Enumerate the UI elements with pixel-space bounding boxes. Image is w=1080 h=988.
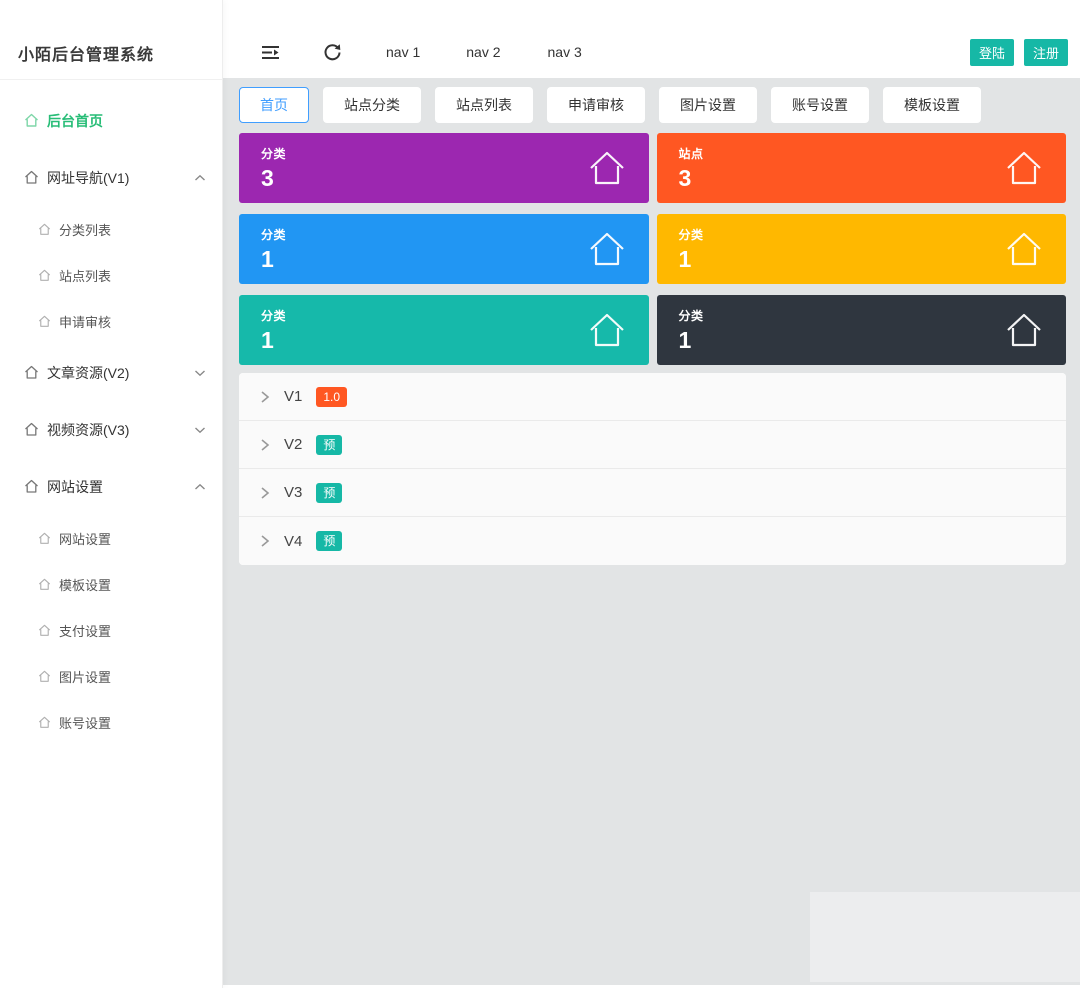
version-badge: 1.0 bbox=[316, 387, 347, 407]
version-row-v4[interactable]: V4 预 bbox=[239, 517, 1066, 565]
version-row-v3[interactable]: V3 预 bbox=[239, 469, 1066, 517]
home-icon bbox=[24, 365, 39, 380]
home-icon bbox=[587, 311, 627, 349]
tab-account-settings[interactable]: 账号设置 bbox=[771, 87, 869, 123]
sidebar-item-label: 模板设置 bbox=[59, 575, 111, 594]
sidebar-group-label: 文章资源(V2) bbox=[47, 363, 129, 383]
stat-card-category-purple[interactable]: 分类 3 bbox=[239, 133, 649, 203]
sidebar-menu: 后台首页 网址导航(V1) 分类列表 站点列表 bbox=[0, 80, 222, 745]
chevron-right-icon bbox=[259, 534, 271, 548]
chevron-right-icon bbox=[259, 486, 271, 500]
sidebar-item-label: 申请审核 bbox=[59, 312, 111, 331]
stat-card-category-teal[interactable]: 分类 1 bbox=[239, 295, 649, 365]
sidebar-item-payment-settings[interactable]: 支付设置 bbox=[0, 607, 222, 653]
login-button[interactable]: 登陆 bbox=[970, 39, 1014, 66]
sidebar-item-label: 图片设置 bbox=[59, 667, 111, 686]
tab-site-list[interactable]: 站点列表 bbox=[435, 87, 533, 123]
version-row-v1[interactable]: V1 1.0 bbox=[239, 373, 1066, 421]
top-navbar: nav 1 nav 2 nav 3 登陆 注册 bbox=[223, 0, 1080, 78]
home-icon bbox=[24, 170, 39, 185]
sidebar-fold-icon[interactable] bbox=[261, 44, 281, 61]
stat-card-category-dark[interactable]: 分类 1 bbox=[657, 295, 1067, 365]
sidebar-group-site-settings[interactable]: 网站设置 bbox=[0, 458, 222, 515]
version-label: V3 bbox=[284, 484, 302, 501]
sidebar-item-account-settings[interactable]: 账号设置 bbox=[0, 699, 222, 745]
stat-card-category-blue[interactable]: 分类 1 bbox=[239, 214, 649, 284]
sidebar-item-template-settings[interactable]: 模板设置 bbox=[0, 561, 222, 607]
sidebar-item-category-list[interactable]: 分类列表 bbox=[0, 206, 222, 252]
chevron-up-icon bbox=[194, 483, 206, 491]
sidebar-group-label: 视频资源(V3) bbox=[47, 420, 129, 440]
auth-buttons: 登陆 注册 bbox=[970, 39, 1068, 66]
home-icon bbox=[38, 670, 51, 683]
tab-bar: 首页 站点分类 站点列表 申请审核 图片设置 账号设置 模板设置 bbox=[239, 87, 1066, 123]
version-label: V1 bbox=[284, 388, 302, 405]
version-label: V4 bbox=[284, 533, 302, 550]
refresh-icon[interactable] bbox=[323, 43, 342, 62]
home-icon bbox=[38, 716, 51, 729]
sidebar-group-label: 网站设置 bbox=[47, 477, 103, 497]
home-icon bbox=[587, 149, 627, 187]
home-icon bbox=[24, 479, 39, 494]
sidebar: 小陌后台管理系统 后台首页 网址导航(V1) 分类列表 bbox=[0, 0, 223, 988]
sidebar-item-label: 账号设置 bbox=[59, 713, 111, 732]
sidebar-item-label: 支付设置 bbox=[59, 621, 111, 640]
tab-site-category[interactable]: 站点分类 bbox=[323, 87, 421, 123]
home-icon bbox=[38, 269, 51, 282]
home-icon bbox=[1004, 149, 1044, 187]
chevron-down-icon bbox=[194, 369, 206, 377]
sidebar-group-article-v2[interactable]: 文章资源(V2) bbox=[0, 344, 222, 401]
chevron-right-icon bbox=[259, 438, 271, 452]
home-icon bbox=[38, 532, 51, 545]
register-button[interactable]: 注册 bbox=[1024, 39, 1068, 66]
nav-link-3[interactable]: nav 3 bbox=[548, 44, 582, 60]
version-badge: 预 bbox=[316, 483, 342, 503]
sidebar-item-label: 网站设置 bbox=[59, 529, 111, 548]
sidebar-item-home[interactable]: 后台首页 bbox=[0, 92, 222, 149]
sidebar-group-nav-v1[interactable]: 网址导航(V1) bbox=[0, 149, 222, 206]
sidebar-item-site-list[interactable]: 站点列表 bbox=[0, 252, 222, 298]
tab-image-settings[interactable]: 图片设置 bbox=[659, 87, 757, 123]
tab-home[interactable]: 首页 bbox=[239, 87, 309, 123]
nav-link-2[interactable]: nav 2 bbox=[466, 44, 500, 60]
home-icon bbox=[1004, 311, 1044, 349]
home-icon bbox=[38, 624, 51, 637]
stat-card-site-orange[interactable]: 站点 3 bbox=[657, 133, 1067, 203]
sidebar-item-label: 站点列表 bbox=[59, 266, 111, 285]
sidebar-group-label: 网址导航(V1) bbox=[47, 168, 129, 188]
home-icon bbox=[24, 113, 39, 128]
sidebar-item-image-settings[interactable]: 图片设置 bbox=[0, 653, 222, 699]
home-icon bbox=[1004, 230, 1044, 268]
home-icon bbox=[24, 422, 39, 437]
version-row-v2[interactable]: V2 预 bbox=[239, 421, 1066, 469]
home-icon bbox=[38, 223, 51, 236]
version-label: V2 bbox=[284, 436, 302, 453]
home-icon bbox=[587, 230, 627, 268]
sidebar-item-label: 分类列表 bbox=[59, 220, 111, 239]
home-icon bbox=[38, 578, 51, 591]
sidebar-group-video-v3[interactable]: 视频资源(V3) bbox=[0, 401, 222, 458]
chevron-down-icon bbox=[194, 426, 206, 434]
main-content: 首页 站点分类 站点列表 申请审核 图片设置 账号设置 模板设置 分类 3 站点… bbox=[223, 78, 1080, 985]
sidebar-header: 小陌后台管理系统 bbox=[0, 0, 222, 80]
home-icon bbox=[38, 315, 51, 328]
version-badge: 预 bbox=[316, 435, 342, 455]
app-title: 小陌后台管理系统 bbox=[18, 41, 154, 65]
faint-watermark bbox=[810, 892, 1080, 982]
tab-apply-review[interactable]: 申请审核 bbox=[547, 87, 645, 123]
stat-cards: 分类 3 站点 3 分类 1 分类 1 bbox=[239, 133, 1066, 365]
stat-card-category-yellow[interactable]: 分类 1 bbox=[657, 214, 1067, 284]
chevron-right-icon bbox=[259, 390, 271, 404]
sidebar-item-apply-review[interactable]: 申请审核 bbox=[0, 298, 222, 344]
nav-link-1[interactable]: nav 1 bbox=[386, 44, 420, 60]
version-badge: 预 bbox=[316, 531, 342, 551]
version-collapse-panel: V1 1.0 V2 预 V3 预 V4 预 bbox=[239, 373, 1066, 565]
sidebar-item-website-settings[interactable]: 网站设置 bbox=[0, 515, 222, 561]
chevron-up-icon bbox=[194, 174, 206, 182]
sidebar-item-label: 后台首页 bbox=[47, 111, 103, 131]
tab-template-settings[interactable]: 模板设置 bbox=[883, 87, 981, 123]
